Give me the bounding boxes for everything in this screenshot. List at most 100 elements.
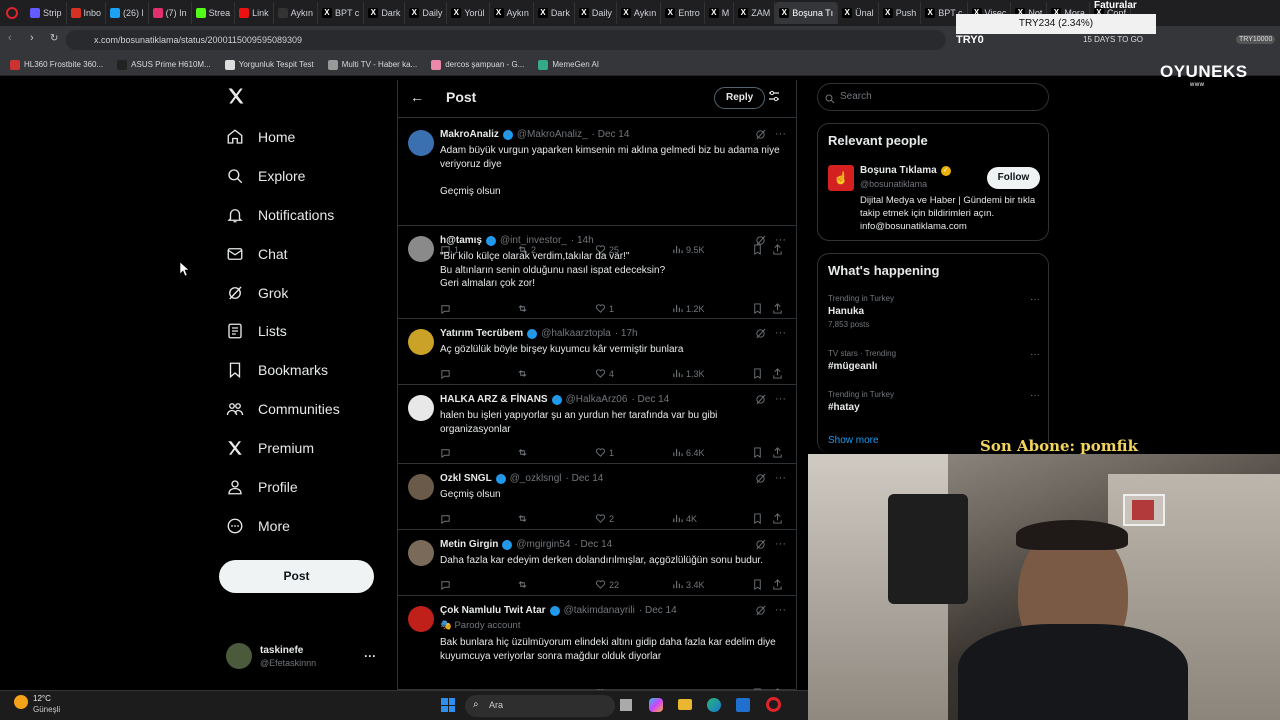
more-icon[interactable]: ···: [775, 472, 786, 484]
tweet[interactable]: Metin Girgin ✓ @mgirgin54 · Dec 14 ··· Daha f…: [398, 530, 796, 596]
tweet-author[interactable]: Yatırım Tecrübem: [440, 328, 523, 339]
reply-action[interactable]: [440, 447, 454, 458]
browser-tab[interactable]: X Push: [879, 2, 922, 24]
trend-item[interactable]: Trending in Turkey Hanuka 7,853 posts ···: [828, 294, 1040, 329]
views-action[interactable]: 3.4K: [672, 579, 705, 590]
x-logo-icon[interactable]: [226, 86, 246, 106]
views-action[interactable]: 1.3K: [672, 368, 705, 379]
bookmark-action[interactable]: [752, 447, 763, 458]
tweet-date[interactable]: · Dec 14: [566, 473, 604, 484]
tweet-author[interactable]: Ozkl SNGL: [440, 473, 492, 484]
tweet-handle[interactable]: @_ozklsngl: [510, 473, 562, 484]
tweet[interactable]: HALKA ARZ & FİNANS ✓ @HalkaArz06 · Dec 14 ··…: [398, 385, 796, 464]
browser-tab[interactable]: Strip: [26, 2, 67, 24]
avatar[interactable]: [408, 236, 434, 262]
repost-action[interactable]: [517, 368, 531, 379]
share-action[interactable]: [772, 368, 783, 379]
start-icon[interactable]: [441, 698, 455, 712]
share-action[interactable]: [772, 579, 783, 590]
more-icon[interactable]: ···: [775, 393, 786, 405]
grok-icon[interactable]: [755, 605, 766, 616]
copilot-icon[interactable]: [649, 698, 663, 712]
views-action[interactable]: 1.2K: [672, 303, 705, 314]
browser-tab[interactable]: X Dark: [364, 2, 406, 24]
follow-button[interactable]: Follow: [987, 167, 1040, 189]
folder-icon[interactable]: [678, 699, 692, 710]
avatar[interactable]: ☝: [828, 165, 854, 191]
more-icon[interactable]: ···: [1030, 349, 1040, 360]
tweet-author[interactable]: MakroAnaliz: [440, 129, 499, 140]
grok-icon[interactable]: [755, 328, 766, 339]
tweet[interactable]: Çok Namlulu Twit Atar ✓ @takimdanayrili · D…: [398, 596, 796, 690]
browser-tab[interactable]: Inbo: [67, 2, 107, 24]
more-icon[interactable]: ···: [775, 327, 786, 339]
more-icon[interactable]: ···: [364, 649, 376, 663]
sidebar-item-lists[interactable]: Lists: [226, 322, 287, 340]
sidebar-item-notifications[interactable]: Notifications: [226, 206, 334, 224]
reply-button[interactable]: Reply: [714, 87, 766, 109]
repost-action[interactable]: [517, 579, 531, 590]
forward-icon[interactable]: ›: [30, 32, 34, 44]
grok-icon[interactable]: [755, 235, 766, 246]
more-icon[interactable]: ···: [1030, 390, 1040, 401]
tweet-author[interactable]: HALKA ARZ & FİNANS: [440, 394, 548, 405]
taskview-icon[interactable]: [620, 699, 632, 711]
browser-tab[interactable]: X Ünal: [838, 2, 879, 24]
avatar[interactable]: [408, 395, 434, 421]
reply-action[interactable]: [440, 513, 454, 524]
tweet-date[interactable]: · 17h: [615, 328, 638, 339]
tweet[interactable]: Yatırım Tecrübem ✓ @halkaarztopla · 17h ··· A…: [398, 319, 796, 385]
trend-item[interactable]: Trending in Turkey #hatay ···: [828, 390, 1040, 413]
trend-item[interactable]: TV stars · Trending #mügeanlı ···: [828, 349, 1040, 372]
bookmark-item[interactable]: MemeGen AI: [538, 59, 599, 70]
tweet-handle[interactable]: @halkaarztopla: [541, 328, 611, 339]
bookmark-item[interactable]: HL360 Frostbite 360...: [10, 59, 103, 70]
share-action[interactable]: [772, 513, 783, 524]
browser-tab[interactable]: X Aykın: [490, 2, 534, 24]
show-more-link[interactable]: Show more: [828, 435, 879, 446]
avatar[interactable]: [408, 540, 434, 566]
tweet-author[interactable]: h@tamış: [440, 235, 482, 246]
views-action[interactable]: 6.4K: [672, 447, 705, 458]
reply-action[interactable]: [440, 303, 454, 314]
tweet-date[interactable]: · Dec 14: [639, 605, 677, 616]
share-action[interactable]: [772, 303, 783, 314]
more-icon[interactable]: ···: [775, 128, 786, 140]
sidebar-item-chat[interactable]: Chat: [226, 245, 288, 263]
heart-action[interactable]: 2: [595, 513, 614, 524]
browser-tab[interactable]: (26) l: [106, 2, 149, 24]
tweet-author[interactable]: Metin Girgin: [440, 539, 498, 550]
opera-icon[interactable]: [766, 697, 781, 712]
repost-action[interactable]: [517, 447, 531, 458]
sidebar-item-more[interactable]: More: [226, 517, 290, 535]
browser-tab[interactable]: X Yorül: [447, 2, 490, 24]
more-icon[interactable]: ···: [775, 234, 786, 246]
back-arrow-icon[interactable]: ←: [410, 89, 424, 105]
avatar[interactable]: [408, 329, 434, 355]
browser-tab[interactable]: (7) In: [149, 2, 192, 24]
sidebar-item-communities[interactable]: Communities: [226, 400, 340, 418]
browser-tab[interactable]: X Dark: [534, 2, 575, 24]
more-icon[interactable]: ···: [1030, 294, 1040, 305]
sidebar-item-premium[interactable]: Premium: [226, 439, 314, 457]
sidebar-item-home[interactable]: Home: [226, 128, 295, 146]
back-icon[interactable]: ‹: [8, 32, 12, 44]
grok-icon[interactable]: [755, 539, 766, 550]
browser-tab[interactable]: Link: [235, 2, 274, 24]
avatar[interactable]: [408, 474, 434, 500]
repost-action[interactable]: [517, 513, 531, 524]
tweet-date[interactable]: · Dec 14: [631, 394, 669, 405]
browser-tab[interactable]: X ZAM: [734, 2, 776, 24]
tweet-author[interactable]: Çok Namlulu Twit Atar: [440, 605, 546, 616]
bookmark-item[interactable]: Multi TV - Haber ka...: [327, 59, 417, 70]
browser-tab[interactable]: Aykın: [274, 2, 318, 24]
tweet-date[interactable]: · 14h: [571, 235, 594, 246]
account-switcher[interactable]: taskinefe @Efetaskinnn ···: [226, 643, 376, 669]
tweet-handle[interactable]: @int_investor_: [500, 235, 567, 246]
sidebar-item-bookmarks[interactable]: Bookmarks: [226, 361, 328, 379]
avatar[interactable]: [408, 606, 434, 632]
bookmark-action[interactable]: [752, 303, 763, 314]
person-name[interactable]: Boşuna Tıklama: [860, 165, 937, 176]
avatar[interactable]: [408, 130, 434, 156]
reply-action[interactable]: [440, 368, 454, 379]
